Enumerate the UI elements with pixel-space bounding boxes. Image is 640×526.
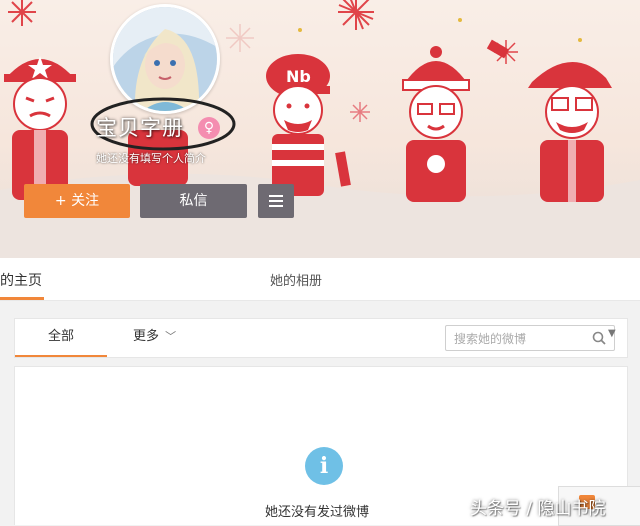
feed-filter-bar: 全部 更多 ﹀ 搜索她的微博 ▼ — [14, 318, 628, 358]
svg-text:Nb: Nb — [286, 67, 311, 86]
follow-button[interactable]: + 关注 — [24, 184, 130, 218]
chevron-down-icon: ﹀ — [165, 330, 177, 343]
empty-feed-message: 她还没有发过微博 — [265, 505, 370, 520]
dropdown-caret-icon[interactable]: ▼ — [608, 328, 616, 339]
info-icon: i — [305, 447, 343, 485]
filter-more-dropdown[interactable]: 更多 ﹀ — [133, 319, 176, 355]
profile-intro: 她还没有填写个人简介 — [96, 152, 206, 165]
filter-all-tab[interactable]: 全部 — [15, 319, 107, 357]
profile-name: 宝贝字册 — [96, 116, 184, 140]
tab-album[interactable]: 她的相册 — [270, 270, 322, 289]
message-button[interactable]: 私信 — [140, 184, 247, 218]
more-menu-button[interactable] — [258, 184, 294, 218]
watermark: 头条号 / 隐山书院 — [470, 499, 606, 519]
filter-more-label: 更多 — [133, 329, 160, 344]
tab-home[interactable]: 的主页 — [0, 270, 42, 290]
tab-active-indicator — [0, 297, 44, 300]
profile-banner: Nb 宝贝字册 ♀ 她还没有填写个人简介 + 关注 私信 — [0, 0, 640, 258]
female-icon: ♀ — [198, 117, 220, 139]
search-placeholder: 搜索她的微博 — [454, 332, 527, 346]
profile-tabs: 的主页 她的相册 — [0, 258, 640, 301]
search-box[interactable]: 搜索她的微博 ▼ — [445, 325, 616, 351]
search-icon[interactable] — [592, 331, 606, 345]
